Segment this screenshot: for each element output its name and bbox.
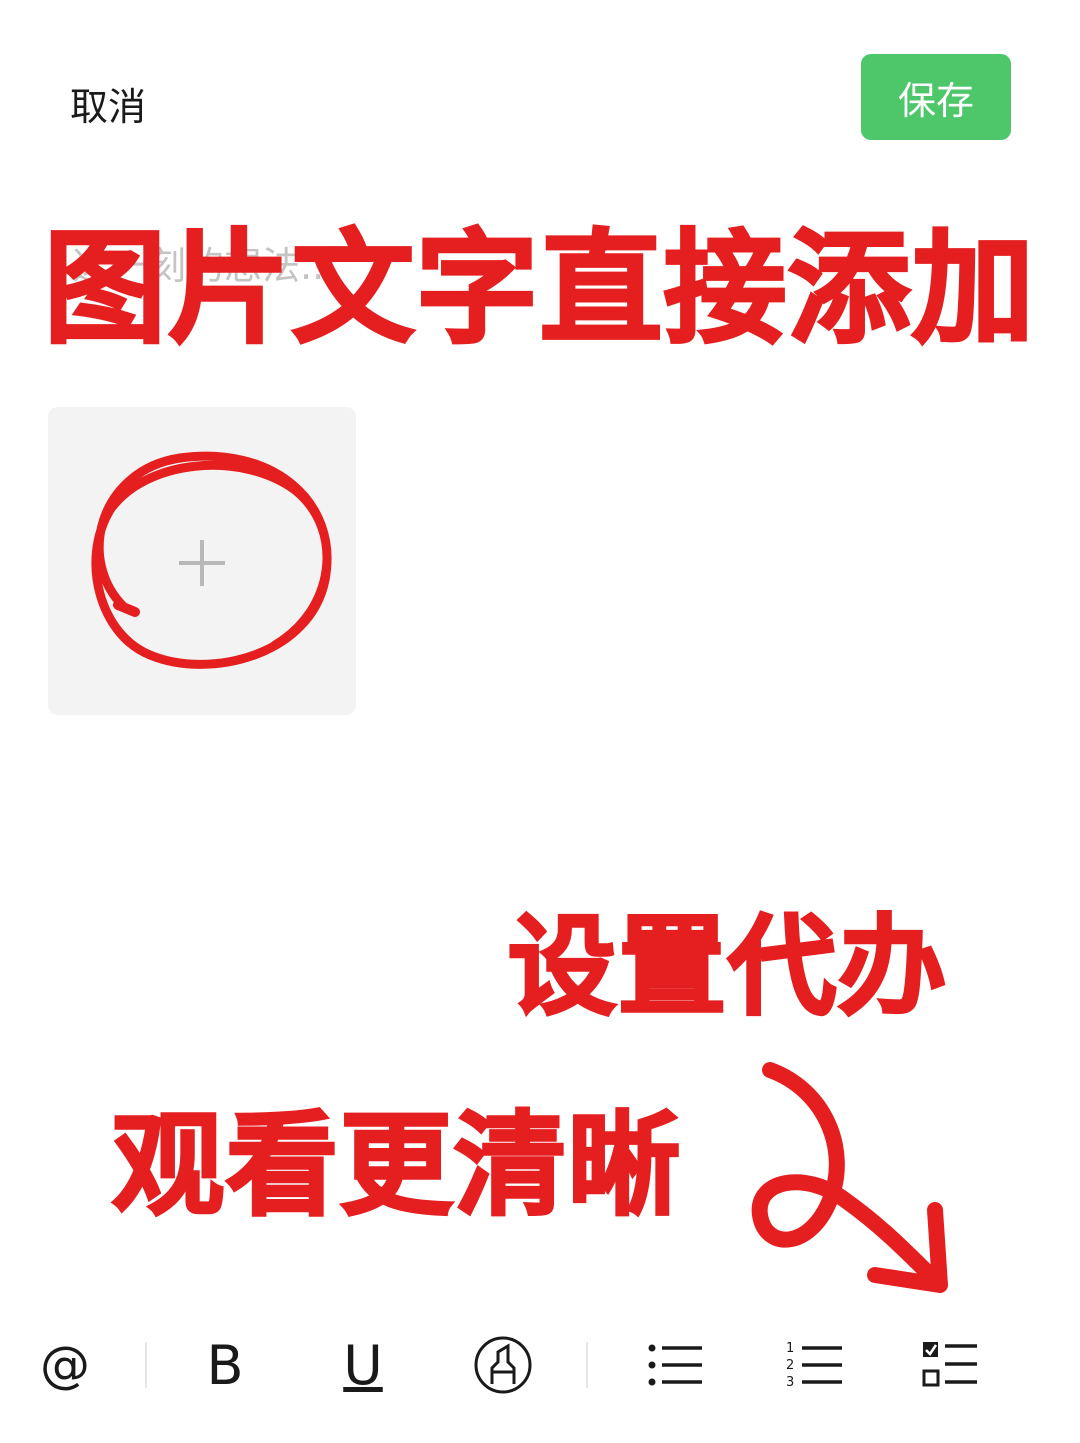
mention-button[interactable]: @ bbox=[30, 1320, 100, 1410]
underline-button[interactable]: U bbox=[328, 1320, 398, 1410]
annotation-todo: 设置代办 bbox=[506, 904, 949, 1032]
save-button[interactable]: 保存 bbox=[861, 54, 1011, 140]
annotation-headline: 图片文字直接添加 bbox=[43, 217, 1036, 362]
checklist-button[interactable] bbox=[915, 1320, 985, 1410]
svg-text:3: 3 bbox=[786, 1375, 794, 1390]
bold-button[interactable]: B bbox=[190, 1320, 260, 1410]
numbered-list-button[interactable]: 1 2 3 bbox=[780, 1320, 850, 1410]
checklist-icon bbox=[922, 1342, 977, 1387]
svg-text:2: 2 bbox=[786, 1358, 794, 1373]
formatting-toolbar: @ B U 1 2 3 bbox=[0, 1320, 1080, 1410]
toolbar-divider bbox=[145, 1342, 147, 1388]
plus-icon bbox=[179, 540, 225, 586]
annotation-clearer: 观看更清晰 bbox=[111, 1100, 682, 1233]
red-arrow-annotation bbox=[751, 1062, 948, 1293]
cancel-button[interactable]: 取消 bbox=[70, 76, 146, 131]
toolbar-divider bbox=[586, 1342, 588, 1388]
svg-text:1: 1 bbox=[786, 1341, 794, 1356]
bullet-list-icon bbox=[648, 1344, 702, 1386]
highlighter-icon bbox=[474, 1336, 532, 1394]
bullet-list-button[interactable] bbox=[640, 1320, 710, 1410]
numbered-list-icon: 1 2 3 bbox=[786, 1341, 842, 1390]
highlight-button[interactable] bbox=[468, 1320, 538, 1410]
